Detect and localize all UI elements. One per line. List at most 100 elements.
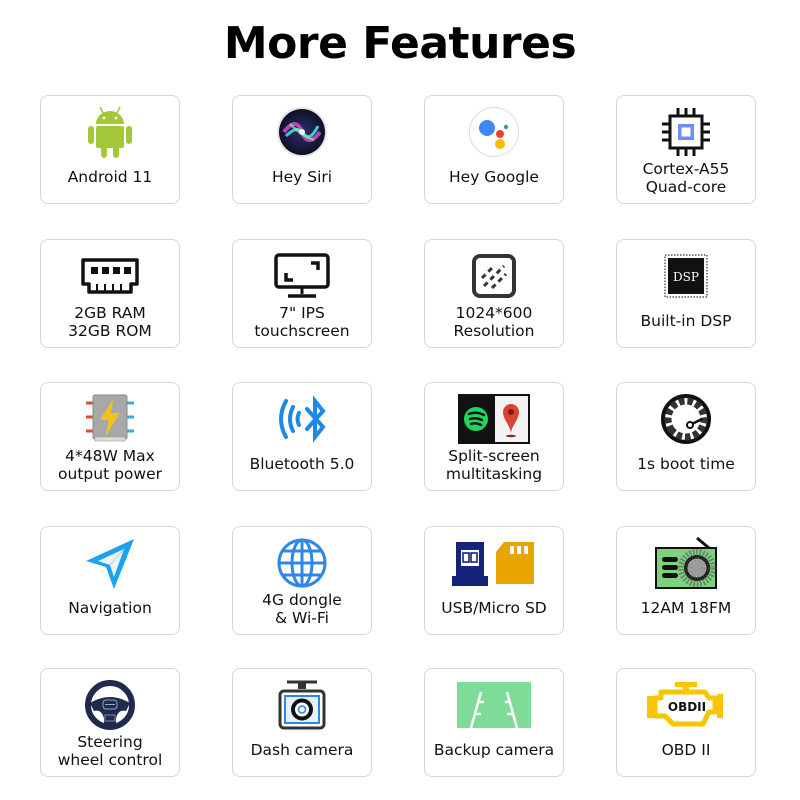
feature-label-line: output power bbox=[58, 465, 162, 483]
steering-wheel-icon bbox=[41, 677, 179, 733]
android-icon-graphic bbox=[88, 106, 132, 158]
feature-label: Hey Google bbox=[427, 168, 561, 186]
backup-camera-icon-graphic bbox=[457, 682, 531, 728]
feature-label: 2GB RAM 32GB ROM bbox=[43, 304, 177, 340]
split-screen-icon bbox=[425, 391, 563, 447]
globe-icon-graphic bbox=[277, 538, 327, 588]
android-icon bbox=[41, 104, 179, 160]
globe-icon bbox=[233, 535, 371, 591]
power-amplifier-icon bbox=[41, 391, 179, 447]
feature-label-line: Resolution bbox=[453, 322, 535, 340]
feature-label-line: USB/Micro SD bbox=[441, 599, 547, 617]
feature-card: Hey Siri bbox=[232, 95, 372, 204]
feature-card: Split-screen multitasking bbox=[424, 382, 564, 491]
feature-label-line: wheel control bbox=[57, 751, 163, 769]
steering-wheel-icon-graphic bbox=[85, 680, 135, 730]
radio-icon bbox=[617, 535, 755, 591]
feature-label-line: Steering bbox=[77, 733, 143, 751]
siri-icon bbox=[233, 104, 371, 160]
feature-card: Cortex-A55 Quad-core bbox=[616, 95, 756, 204]
resolution-icon-graphic bbox=[472, 254, 516, 298]
feature-label-line: Hey Google bbox=[449, 168, 539, 186]
feature-label: 4G dongle & Wi-Fi bbox=[235, 591, 369, 627]
feature-label-line: multitasking bbox=[445, 465, 543, 483]
feature-label-line: Dash camera bbox=[250, 741, 354, 759]
feature-label-line: 7" IPS bbox=[279, 304, 325, 322]
feature-card: 7" IPS touchscreen bbox=[232, 239, 372, 348]
usb-sd-card-icon-graphic bbox=[452, 542, 534, 586]
bluetooth-icon-graphic bbox=[279, 395, 326, 443]
navigation-arrow-icon bbox=[41, 535, 179, 591]
feature-card: Dash camera bbox=[232, 668, 372, 777]
ram-module-icon-graphic bbox=[81, 258, 139, 294]
dash-camera-icon bbox=[233, 677, 371, 733]
icon-chip-text: DSP bbox=[673, 270, 699, 284]
feature-label-line: Navigation bbox=[68, 599, 152, 617]
siri-icon-graphic bbox=[277, 107, 327, 157]
feature-card: 12AM 18FM bbox=[616, 526, 756, 635]
cpu-chip-icon bbox=[617, 104, 755, 160]
feature-label: Cortex-A55 Quad-core bbox=[619, 160, 753, 196]
feature-label: 4*48W Max output power bbox=[43, 447, 177, 483]
feature-label-line: Android 11 bbox=[67, 168, 153, 186]
feature-label: 7" IPS touchscreen bbox=[235, 304, 369, 340]
navigation-arrow-icon-graphic bbox=[86, 539, 134, 589]
feature-label: USB/Micro SD bbox=[427, 599, 561, 617]
cpu-chip-icon-graphic bbox=[662, 108, 710, 156]
dsp-chip-icon-graphic: DSP bbox=[664, 254, 708, 298]
feature-card: Bluetooth 5.0 bbox=[232, 382, 372, 491]
feature-label: Navigation bbox=[43, 599, 177, 617]
feature-label-line: Hey Siri bbox=[271, 168, 333, 186]
dsp-chip-icon: DSP bbox=[617, 248, 755, 304]
icon-chip-text: OBDII bbox=[668, 700, 706, 714]
feature-card: 4G dongle & Wi-Fi bbox=[232, 526, 372, 635]
feature-card: 4*48W Max output power bbox=[40, 382, 180, 491]
feature-card: Navigation bbox=[40, 526, 180, 635]
feature-label: Dash camera bbox=[235, 741, 369, 759]
split-screen-icon-graphic bbox=[458, 394, 530, 444]
obd-engine-icon-graphic: OBDII bbox=[647, 682, 723, 727]
monitor-icon bbox=[233, 248, 371, 304]
feature-card: OBDII OBD II bbox=[616, 668, 756, 777]
feature-label-line: Split-screen bbox=[448, 447, 540, 465]
ram-module-icon bbox=[41, 248, 179, 304]
feature-card: DSP Built-in DSP bbox=[616, 239, 756, 348]
obd-engine-icon: OBDII bbox=[617, 677, 755, 733]
speedometer-icon bbox=[617, 391, 755, 447]
feature-label: 12AM 18FM bbox=[619, 599, 753, 617]
feature-label-line: 12AM 18FM bbox=[640, 599, 732, 617]
monitor-icon-graphic bbox=[274, 253, 330, 298]
feature-label-line: touchscreen bbox=[254, 322, 350, 340]
bluetooth-icon bbox=[233, 391, 371, 447]
feature-label-line: Cortex-A55 bbox=[642, 160, 730, 178]
feature-label-line: Quad-core bbox=[645, 178, 727, 196]
feature-label-line: Bluetooth 5.0 bbox=[249, 455, 355, 473]
feature-card: USB/Micro SD bbox=[424, 526, 564, 635]
speedometer-icon-graphic bbox=[661, 394, 711, 444]
backup-camera-icon bbox=[425, 677, 563, 733]
feature-card: 1024*600 Resolution bbox=[424, 239, 564, 348]
feature-label-line: 1s boot time bbox=[637, 455, 735, 473]
feature-label-line: 4*48W Max bbox=[65, 447, 155, 465]
feature-card: 1s boot time bbox=[616, 382, 756, 491]
feature-card: Hey Google bbox=[424, 95, 564, 204]
feature-label-line: 2GB RAM bbox=[74, 304, 146, 322]
feature-label: 1s boot time bbox=[619, 455, 753, 473]
resolution-icon bbox=[425, 248, 563, 304]
feature-card: 2GB RAM 32GB ROM bbox=[40, 239, 180, 348]
radio-icon-graphic bbox=[655, 536, 717, 589]
feature-label: Split-screen multitasking bbox=[427, 447, 561, 483]
feature-label-line: OBD II bbox=[661, 741, 711, 759]
feature-label: 1024*600 Resolution bbox=[427, 304, 561, 340]
dash-camera-icon-graphic bbox=[278, 680, 326, 730]
feature-label-line: Built-in DSP bbox=[640, 312, 732, 330]
feature-card: Steering wheel control bbox=[40, 668, 180, 777]
power-amplifier-icon-graphic bbox=[86, 394, 134, 442]
google-assistant-icon bbox=[425, 104, 563, 160]
feature-label-line: 1024*600 bbox=[455, 304, 533, 322]
usb-sd-card-icon bbox=[425, 535, 563, 591]
feature-label-line: 4G dongle bbox=[262, 591, 342, 609]
google-assistant-icon-graphic bbox=[469, 107, 519, 157]
feature-card: Backup camera bbox=[424, 668, 564, 777]
feature-card: Android 11 bbox=[40, 95, 180, 204]
